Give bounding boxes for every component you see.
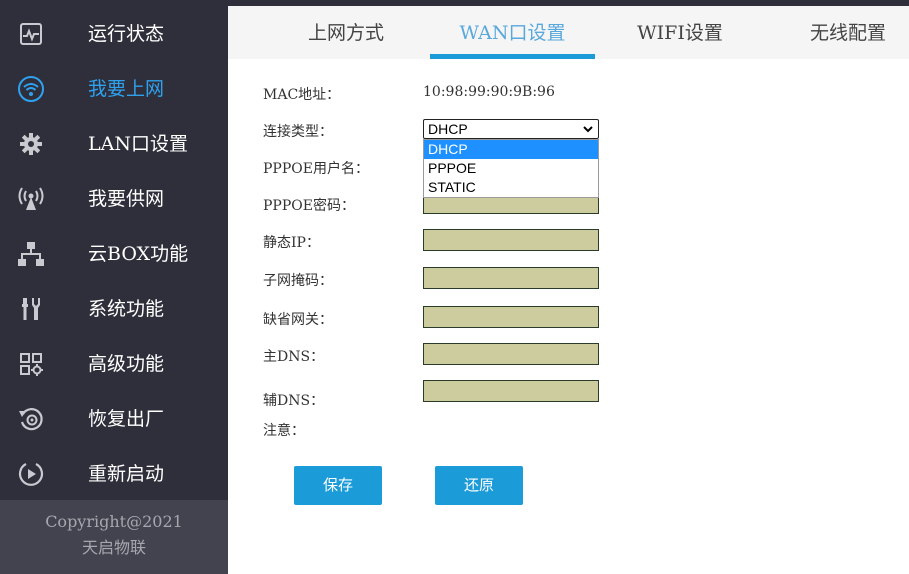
gateway-label: 缺省网关： [263, 312, 333, 328]
tab-wireless-config[interactable]: 无线配置 [788, 6, 908, 59]
antenna-icon [17, 185, 45, 213]
sidebar-item-label: 我要上网 [88, 78, 165, 100]
sidebar-item-restart[interactable]: 重新启动 [0, 446, 228, 501]
tab-label: 无线配置 [809, 22, 886, 44]
pppoe-user-label: PPPOE用户名： [263, 161, 369, 177]
sidebar-item-run-status[interactable]: 运行状态 [0, 6, 228, 61]
tab-wan-settings[interactable]: WAN口设置 [430, 6, 595, 59]
company-name: 天启物联 [81, 538, 146, 557]
grid-settings-icon [17, 350, 45, 378]
note-label: 注意： [263, 423, 305, 439]
gear-icon [17, 130, 45, 158]
mac-value: 10:98:99:90:9B:96 [423, 84, 555, 100]
tab-label: WAN口设置 [459, 22, 566, 44]
tab-internet-mode[interactable]: 上网方式 [286, 6, 406, 59]
dns2-field[interactable] [423, 380, 599, 402]
tab-bar: 上网方式 WAN口设置 WIFI设置 无线配置 [228, 6, 909, 59]
chart-monitor-icon [17, 20, 45, 48]
subnet-mask-field[interactable] [423, 267, 599, 289]
dns1-field[interactable] [423, 343, 599, 365]
subnet-mask-label: 子网掩码： [263, 273, 333, 289]
sidebar-item-label: 我要供网 [88, 188, 165, 210]
pppoe-pass-label: PPPOE密码： [263, 198, 355, 214]
static-ip-label: 静态IP： [263, 235, 320, 251]
conn-type-selected: DHCP [428, 121, 468, 137]
sidebar-item-label: 系统功能 [88, 298, 165, 320]
gateway-field[interactable] [423, 306, 599, 328]
save-button[interactable]: 保存 [294, 466, 382, 505]
sidebar-item-label: LAN口设置 [88, 133, 188, 155]
mac-label: MAC地址： [263, 87, 341, 103]
active-tab-indicator [430, 54, 595, 59]
dns1-label: 主DNS： [263, 349, 325, 365]
network-tree-icon [17, 240, 45, 268]
sidebar-item-system[interactable]: 系统功能 [0, 281, 228, 336]
sidebar-item-label: 云BOX功能 [88, 243, 189, 265]
static-ip-field[interactable] [423, 229, 599, 251]
chevron-down-icon [583, 126, 593, 133]
sidebar-item-internet[interactable]: 我要上网 [0, 61, 228, 116]
option-pppoe[interactable]: PPPOE [424, 159, 598, 178]
tab-label: 上网方式 [307, 22, 384, 44]
sidebar-item-lan[interactable]: LAN口设置 [0, 116, 228, 171]
sidebar-item-factory-reset[interactable]: 恢复出厂 [0, 391, 228, 446]
wifi-icon [17, 75, 45, 103]
restart-icon [17, 460, 45, 488]
option-static[interactable]: STATIC [424, 178, 598, 197]
sidebar-item-cloud-box[interactable]: 云BOX功能 [0, 226, 228, 281]
dns2-label: 辅DNS： [263, 393, 325, 409]
sidebar-item-label: 恢复出厂 [88, 408, 165, 430]
option-dhcp[interactable]: DHCP [424, 140, 598, 159]
sidebar-item-label: 高级功能 [88, 353, 165, 375]
tab-wifi-settings[interactable]: WIFI设置 [620, 6, 740, 59]
sidebar-item-advanced[interactable]: 高级功能 [0, 336, 228, 391]
conn-type-select[interactable]: DHCP [423, 119, 599, 139]
sidebar-item-label: 运行状态 [88, 23, 165, 45]
sidebar-item-provide-network[interactable]: 我要供网 [0, 171, 228, 226]
sidebar-item-label: 重新启动 [88, 463, 165, 485]
restore-button[interactable]: 还原 [435, 466, 523, 505]
sidebar: 运行状态 我要上网 LAN口设置 我要供网 云BOX功能 系统功能 高级功能 恢… [0, 6, 228, 574]
sidebar-footer: Copyright@2021 天启物联 [0, 500, 228, 574]
tools-icon [17, 295, 45, 323]
conn-type-label: 连接类型： [263, 124, 333, 140]
tab-label: WIFI设置 [637, 22, 723, 44]
restore-icon [17, 405, 45, 433]
conn-type-dropdown-list: DHCP PPPOE STATIC [423, 139, 599, 198]
copyright-text: Copyright@2021 [45, 512, 183, 531]
